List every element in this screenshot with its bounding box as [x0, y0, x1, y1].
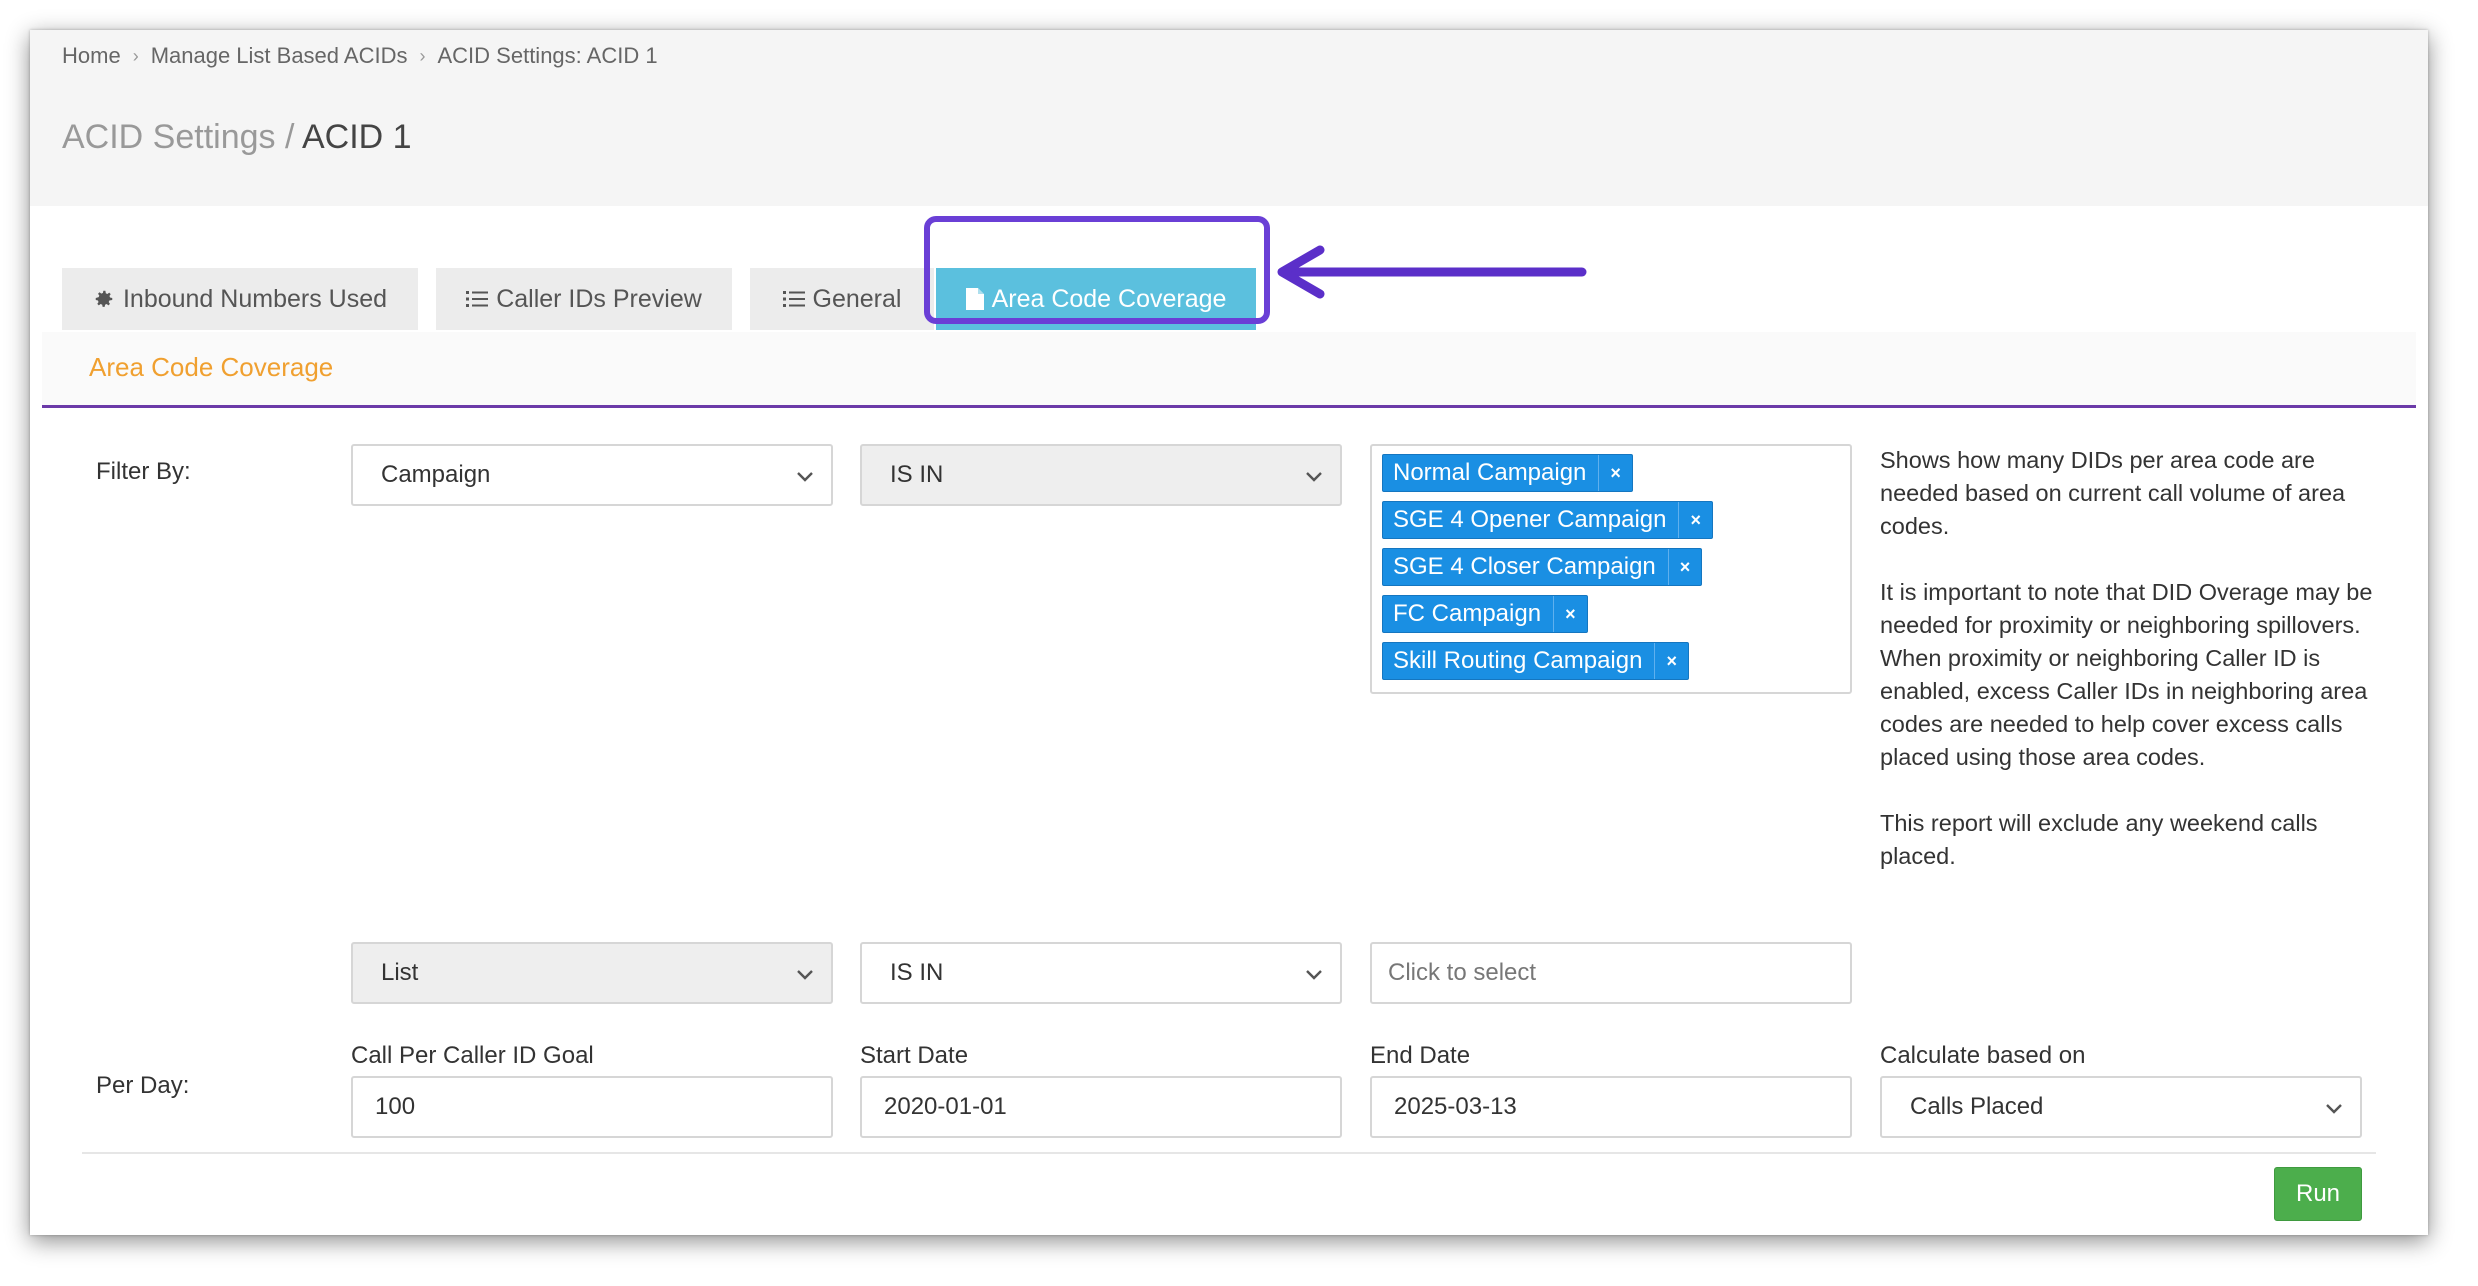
chevron-down-icon: [2324, 1096, 2344, 1127]
start-date-input[interactable]: 2020-01-01: [860, 1076, 1342, 1138]
start-date-value: 2020-01-01: [884, 1093, 1007, 1120]
tag-sge4-opener-campaign: SGE 4 Opener Campaign ×: [1382, 501, 1713, 539]
help-paragraph: This report will exclude any weekend cal…: [1880, 810, 2318, 869]
end-date-value: 2025-03-13: [1394, 1093, 1517, 1120]
list-field-select[interactable]: List: [351, 942, 833, 1004]
tab-label: General: [812, 284, 902, 313]
arrow-left-icon: [1277, 245, 1587, 299]
calculate-value: Calls Placed: [1910, 1093, 2044, 1120]
tab-highlight-box: [924, 216, 1270, 324]
tab-caller-ids-preview[interactable]: Caller IDs Preview: [436, 268, 732, 330]
per-day-label: Per Day:: [96, 1072, 190, 1099]
tag-skill-routing-campaign: Skill Routing Campaign ×: [1382, 642, 1689, 680]
goal-value: 100: [375, 1093, 416, 1120]
tag-label: SGE 4 Opener Campaign: [1393, 506, 1667, 533]
page-title-current: ACID 1: [302, 118, 412, 156]
goal-label: Call Per Caller ID Goal: [351, 1042, 594, 1069]
help-text: Shows how many DIDs per area code are ne…: [1880, 444, 2380, 906]
tag-label: SGE 4 Closer Campaign: [1393, 553, 1656, 580]
list-icon: [466, 289, 489, 309]
tab-general[interactable]: General: [750, 268, 934, 330]
list-multiselect[interactable]: Click to select: [1370, 942, 1852, 1004]
breadcrumb-chevron-icon: ›: [419, 45, 426, 66]
end-date-label: End Date: [1370, 1042, 1471, 1069]
list-operator-select[interactable]: IS IN: [860, 942, 1342, 1004]
chevron-down-icon: [1304, 962, 1324, 993]
filter-field-value: Campaign: [381, 461, 491, 488]
calculate-label: Calculate based on: [1880, 1042, 2086, 1069]
chevron-down-icon: [795, 464, 815, 495]
filter-by-label: Filter By:: [96, 458, 191, 485]
gear-icon: [93, 288, 115, 310]
list-field-value: List: [381, 959, 419, 986]
run-button[interactable]: Run: [2274, 1167, 2362, 1221]
tag-remove-icon[interactable]: ×: [1667, 549, 1702, 585]
filter-field-select[interactable]: Campaign: [351, 444, 833, 506]
section-header: Area Code Coverage: [42, 332, 2416, 408]
breadcrumb: Home › Manage List Based ACIDs › ACID Se…: [62, 38, 658, 74]
list-operator-value: IS IN: [890, 959, 944, 986]
tag-remove-icon[interactable]: ×: [1598, 455, 1632, 491]
tag-label: Skill Routing Campaign: [1393, 647, 1643, 674]
list-multiselect-placeholder: Click to select: [1388, 959, 1537, 986]
breadcrumb-chevron-icon: ›: [132, 45, 139, 66]
section-title: Area Code Coverage: [89, 352, 334, 382]
start-date-label: Start Date: [860, 1042, 969, 1069]
tag-sge4-closer-campaign: SGE 4 Closer Campaign ×: [1382, 548, 1703, 586]
filter-operator-value: IS IN: [890, 461, 944, 488]
tag-fc-campaign: FC Campaign ×: [1382, 595, 1588, 633]
form-divider: [82, 1152, 2376, 1154]
page-title: ACID Settings / ACID 1: [62, 118, 412, 157]
filter-operator-select[interactable]: IS IN: [860, 444, 1342, 506]
tag-label: FC Campaign: [1393, 600, 1542, 627]
page-header: Home › Manage List Based ACIDs › ACID Se…: [30, 30, 2428, 206]
help-paragraph: It is important to note that DID Overage…: [1880, 579, 2373, 770]
tag-remove-icon[interactable]: ×: [1654, 643, 1688, 679]
tag-remove-icon[interactable]: ×: [1678, 502, 1712, 538]
breadcrumb-current: ACID Settings: ACID 1: [437, 43, 658, 68]
breadcrumb-manage-acids[interactable]: Manage List Based ACIDs: [151, 43, 408, 69]
chevron-down-icon: [795, 962, 815, 993]
tag-normal-campaign: Normal Campaign ×: [1382, 454, 1633, 492]
breadcrumb-home[interactable]: Home: [62, 43, 121, 69]
campaign-multiselect[interactable]: Normal Campaign × SGE 4 Opener Campaign …: [1370, 444, 1852, 694]
list-icon: [782, 289, 805, 309]
tab-label: Caller IDs Preview: [496, 284, 702, 313]
page-title-prefix: ACID Settings: [62, 118, 276, 156]
app-window: Home › Manage List Based ACIDs › ACID Se…: [30, 30, 2428, 1235]
goal-input[interactable]: 100: [351, 1076, 833, 1138]
tab-inbound-numbers-used[interactable]: Inbound Numbers Used: [62, 268, 418, 330]
tab-label: Inbound Numbers Used: [122, 284, 388, 313]
tag-remove-icon[interactable]: ×: [1553, 596, 1587, 632]
calculate-select[interactable]: Calls Placed: [1880, 1076, 2362, 1138]
chevron-down-icon: [1304, 464, 1324, 495]
page-title-separator: /: [275, 118, 302, 156]
help-paragraph: Shows how many DIDs per area code are ne…: [1880, 447, 2346, 539]
end-date-input[interactable]: 2025-03-13: [1370, 1076, 1852, 1138]
tag-label: Normal Campaign: [1393, 459, 1587, 486]
